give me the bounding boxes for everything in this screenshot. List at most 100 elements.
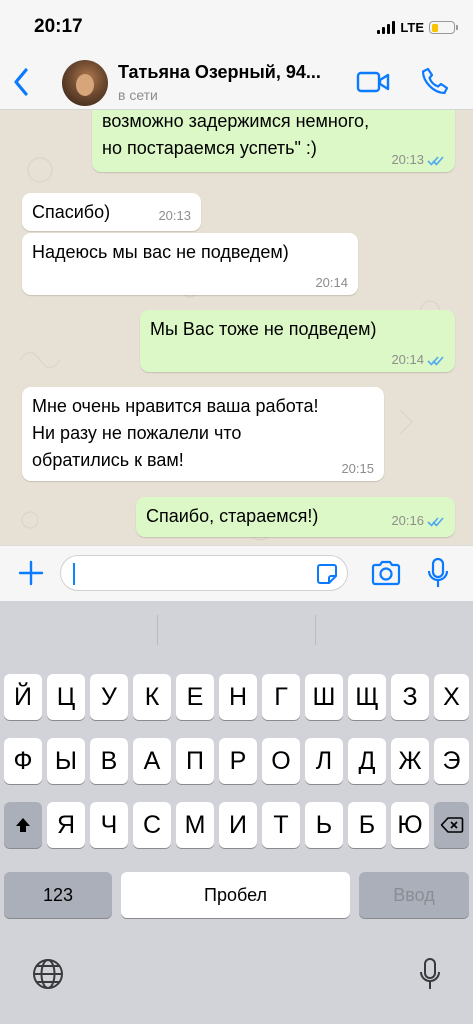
key[interactable]: А — [133, 738, 171, 784]
network-type: LTE — [400, 20, 424, 35]
key[interactable]: Р — [219, 738, 257, 784]
key[interactable]: Й — [4, 674, 42, 720]
globe-icon — [33, 959, 63, 989]
return-key[interactable]: Ввод — [359, 872, 469, 918]
message-text: Надеюсь мы вас не подведем) — [32, 242, 289, 262]
key[interactable]: Ц — [47, 674, 85, 720]
key[interactable]: З — [391, 674, 429, 720]
read-ticks-icon — [427, 155, 444, 166]
message-meta: 20:16 — [391, 514, 445, 528]
microphone-icon — [420, 958, 440, 989]
message-time: 20:15 — [341, 461, 374, 476]
key[interactable]: С — [133, 802, 171, 848]
chevron-left-icon — [14, 68, 28, 96]
key[interactable]: Д — [348, 738, 386, 784]
avatar[interactable] — [62, 60, 108, 106]
key[interactable]: Л — [305, 738, 343, 784]
message-text: Ни разу не пожалели что — [32, 423, 242, 443]
keyboard: Й Ц У К Е Н Г Ш Щ З Х Ф Ы В А П Р О Л Д … — [0, 601, 473, 1024]
microphone-icon — [427, 557, 449, 587]
back-button[interactable] — [8, 64, 34, 100]
key[interactable]: Ф — [4, 738, 42, 784]
battery-icon — [429, 21, 458, 34]
key[interactable]: У — [90, 674, 128, 720]
chat-area[interactable]: возможно задержимся немного, но постарае… — [0, 110, 473, 545]
key[interactable]: Ш — [305, 674, 343, 720]
attach-button[interactable] — [16, 558, 46, 588]
message-meta: 20:14 — [391, 353, 445, 367]
delete-key[interactable] — [434, 802, 469, 848]
backspace-icon — [440, 817, 463, 833]
language-switch-button[interactable] — [30, 956, 66, 992]
signal-icon — [377, 21, 396, 34]
key[interactable]: Щ — [348, 674, 386, 720]
message-meta: 20:13 — [158, 209, 191, 223]
contact-name[interactable]: Татьяна Озерный, 94... — [118, 62, 321, 83]
message-time: 20:14 — [391, 352, 424, 367]
key[interactable]: Э — [434, 738, 469, 784]
voice-call-button[interactable] — [420, 66, 450, 96]
key[interactable]: К — [133, 674, 171, 720]
message-meta: 20:15 — [341, 462, 374, 476]
space-key[interactable]: Пробел — [121, 872, 350, 918]
key[interactable]: Г — [262, 674, 300, 720]
camera-icon — [371, 560, 401, 586]
key[interactable]: Н — [219, 674, 257, 720]
key[interactable]: В — [90, 738, 128, 784]
message-input[interactable] — [60, 555, 348, 591]
shift-key[interactable] — [4, 802, 42, 848]
message-outgoing[interactable]: Мы Вас тоже не подведем) 20:14 — [140, 310, 455, 372]
status-time: 20:17 — [34, 16, 83, 37]
plus-icon — [18, 560, 44, 586]
message-text: возможно задержимся немного, — [102, 111, 370, 131]
status-indicators: LTE — [377, 20, 458, 35]
message-outgoing[interactable]: Спаибо, стараемся!) 20:16 — [136, 497, 455, 537]
dictation-button[interactable] — [418, 956, 442, 992]
video-camera-icon — [356, 71, 390, 93]
message-text: обратились к вам! — [32, 450, 184, 470]
message-time: 20:14 — [315, 275, 348, 290]
chat-header: Татьяна Озерный, 94... в сети — [0, 54, 473, 110]
key[interactable]: Ю — [391, 802, 429, 848]
suggestion-divider — [315, 615, 316, 645]
key[interactable]: М — [176, 802, 214, 848]
shift-icon — [16, 818, 30, 832]
key[interactable]: Б — [348, 802, 386, 848]
key[interactable]: И — [219, 802, 257, 848]
message-meta: 20:13 — [391, 153, 445, 167]
numbers-key[interactable]: 123 — [4, 872, 112, 918]
message-outgoing[interactable]: возможно задержимся немного, но постарае… — [92, 110, 455, 172]
text-caret — [73, 563, 75, 585]
suggestion-divider — [157, 615, 158, 645]
key[interactable]: Е — [176, 674, 214, 720]
read-ticks-icon — [427, 516, 444, 527]
key[interactable]: Х — [434, 674, 469, 720]
message-incoming[interactable]: Надеюсь мы вас не подведем) 20:14 — [22, 233, 358, 295]
message-incoming[interactable]: Спасибо) 20:13 — [22, 193, 201, 231]
contact-status: в сети — [118, 87, 158, 103]
status-bar: 20:17 LTE — [0, 0, 473, 54]
message-input-bar — [0, 545, 473, 601]
message-text: Мне очень нравится ваша работа! — [32, 396, 319, 416]
message-meta: 20:14 — [315, 276, 348, 290]
message-time: 20:13 — [391, 152, 424, 167]
phone-icon — [421, 67, 449, 95]
sticker-button[interactable] — [315, 562, 339, 586]
key[interactable]: Ж — [391, 738, 429, 784]
message-text: Мы Вас тоже не подведем) — [150, 319, 377, 339]
message-incoming[interactable]: Мне очень нравится ваша работа! Ни разу … — [22, 387, 384, 481]
message-time: 20:13 — [158, 208, 191, 223]
read-ticks-icon — [427, 355, 444, 366]
key[interactable]: Я — [47, 802, 85, 848]
key[interactable]: Ы — [47, 738, 85, 784]
sticker-icon — [317, 564, 337, 584]
video-call-button[interactable] — [356, 69, 390, 95]
key[interactable]: Т — [262, 802, 300, 848]
camera-button[interactable] — [370, 559, 402, 587]
key[interactable]: О — [262, 738, 300, 784]
key[interactable]: П — [176, 738, 214, 784]
message-time: 20:16 — [391, 513, 424, 528]
key[interactable]: Ч — [90, 802, 128, 848]
voice-message-button[interactable] — [426, 557, 450, 589]
key[interactable]: Ь — [305, 802, 343, 848]
